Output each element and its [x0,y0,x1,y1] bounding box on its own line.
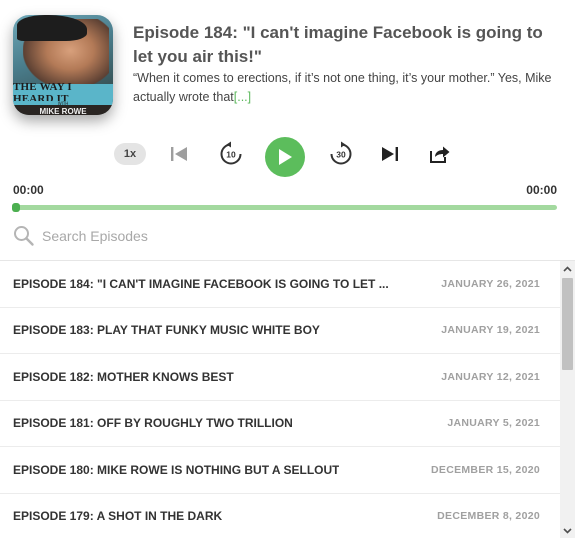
episode-description-text: “When it comes to erections, if it’s not… [133,71,552,104]
episode-row[interactable]: EPISODE 180: MIKE ROWE IS NOTHING BUT A … [0,447,560,494]
episode-list-items: EPISODE 184: "I CAN'T IMAGINE FACEBOOK I… [0,261,560,538]
skip-next-icon[interactable] [381,145,399,163]
cover-host: MIKE ROWE [13,105,113,115]
episode-row-title: EPISODE 181: OFF BY ROUGHLY TWO TRILLION [13,416,293,431]
cover-title: THE WAY I HEARD IT [13,81,113,105]
podcast-cover-art: THE WAY I HEARD IT WITH MIKE ROWE [13,15,113,115]
episode-row-title: EPISODE 179: A SHOT IN THE DARK [13,509,223,524]
host-hat [17,15,87,41]
episode-row-date: JANUARY 5, 2021 [447,417,540,430]
rewind-seconds-label: 10 [226,150,236,160]
skip-previous-icon[interactable] [170,145,188,163]
rewind-10-icon[interactable]: 10 [218,141,244,167]
scroll-up-arrow-icon[interactable] [560,261,575,276]
episode-row[interactable]: EPISODE 184: "I CAN'T IMAGINE FACEBOOK I… [0,261,560,308]
scrollbar-thumb[interactable] [562,278,573,370]
episode-list: EPISODE 184: "I CAN'T IMAGINE FACEBOOK I… [0,260,575,538]
current-time: 00:00 [13,183,44,197]
episode-header: THE WAY I HEARD IT WITH MIKE ROWE Episod… [0,0,575,130]
episode-row[interactable]: EPISODE 182: MOTHER KNOWS BEST JANUARY 1… [0,354,560,401]
episode-row-date: JANUARY 12, 2021 [441,370,540,383]
progress-handle[interactable] [12,203,20,212]
play-button[interactable] [265,137,305,177]
episode-row-date: JANUARY 26, 2021 [441,277,540,290]
read-more-link[interactable]: [...] [234,90,251,104]
episode-row-date: JANUARY 19, 2021 [441,324,540,337]
play-icon [279,149,292,165]
playback-speed-button[interactable]: 1x [114,143,146,165]
player-controls: 1x 10 30 [0,137,575,177]
episode-row-date: DECEMBER 15, 2020 [431,463,540,476]
episode-row-title: EPISODE 183: PLAY THAT FUNKY MUSIC WHITE… [13,323,320,338]
episode-row[interactable]: EPISODE 183: PLAY THAT FUNKY MUSIC WHITE… [0,308,560,354]
episode-search [13,224,553,248]
episode-row-title: EPISODE 180: MIKE ROWE IS NOTHING BUT A … [13,462,340,477]
duration-time: 00:00 [526,183,557,197]
scroll-down-arrow-icon[interactable] [560,523,575,538]
episode-list-scrollbar[interactable] [560,261,575,538]
episode-row-title: EPISODE 182: MOTHER KNOWS BEST [13,369,234,384]
episode-row[interactable]: EPISODE 179: A SHOT IN THE DARK DECEMBER… [0,494,560,538]
share-icon[interactable] [429,144,451,164]
episode-row-title: EPISODE 184: "I CAN'T IMAGINE FACEBOOK I… [13,276,389,291]
search-icon [13,225,35,251]
episode-title: Episode 184: "I can't imagine Facebook i… [133,23,543,66]
progress-bar[interactable] [13,205,557,210]
forward-seconds-label: 30 [336,150,346,160]
forward-30-icon[interactable]: 30 [328,141,354,167]
episode-row[interactable]: EPISODE 181: OFF BY ROUGHLY TWO TRILLION… [0,401,560,447]
episode-row-date: DECEMBER 8, 2020 [437,510,540,523]
episode-description: “When it comes to erections, if it’s not… [133,69,563,107]
search-input[interactable] [42,224,542,248]
